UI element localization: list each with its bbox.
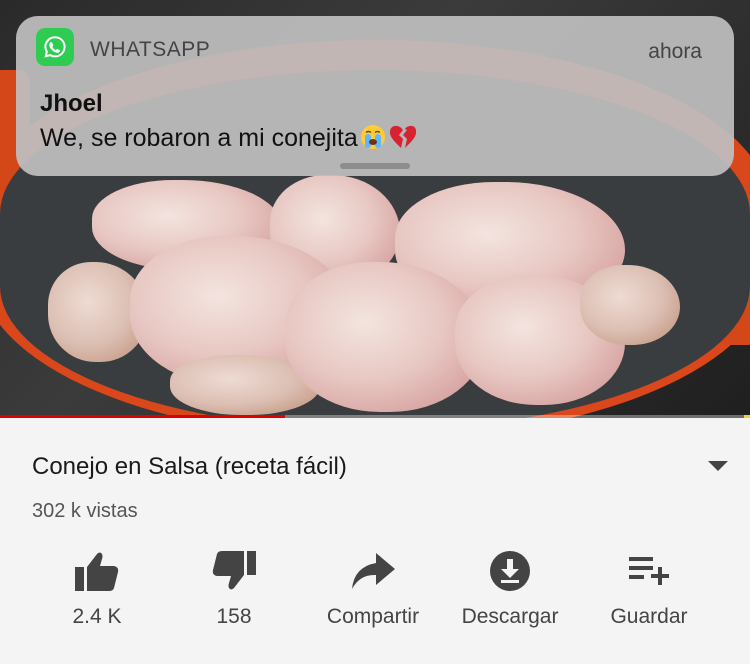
dislike-count: 158 [216, 605, 252, 628]
progress-buffer-marker [744, 415, 750, 418]
whatsapp-icon [36, 28, 74, 66]
download-icon [445, 549, 575, 593]
download-label: Descargar [461, 605, 559, 628]
notification-time: ahora [648, 40, 702, 63]
like-button[interactable]: 2.4 K [32, 549, 162, 629]
download-button[interactable]: Descargar [445, 549, 575, 629]
thumbs-up-icon [32, 549, 162, 593]
playlist-add-icon [584, 549, 714, 593]
notification-message: We, se robaron a mi conejita [40, 124, 358, 152]
share-label: Compartir [326, 605, 420, 628]
progress-bar[interactable] [0, 415, 750, 418]
chevron-down-icon[interactable] [708, 461, 728, 471]
thumbs-down-icon [169, 549, 299, 593]
share-icon [308, 549, 438, 593]
save-label: Guardar [610, 605, 688, 628]
meat-piece [580, 265, 680, 345]
notification-grabber[interactable] [340, 163, 410, 169]
notification-app-name: WHATSAPP [90, 38, 211, 61]
broken-heart-icon [388, 124, 418, 157]
dislike-button[interactable]: 158 [169, 549, 299, 629]
video-title[interactable]: Conejo en Salsa (receta fácil) [32, 453, 347, 481]
save-button[interactable]: Guardar [584, 549, 714, 629]
view-count: 302 k vistas [32, 500, 138, 522]
like-count: 2.4 K [72, 605, 122, 628]
notification-sender: Jhoel [40, 90, 103, 117]
share-button[interactable]: Compartir [308, 549, 438, 629]
notification-message-line: We, se robaron a mi conejita [40, 124, 418, 157]
video-info-panel: Conejo en Salsa (receta fácil) 302 k vis… [0, 419, 750, 664]
progress-fill [0, 415, 285, 418]
crying-face-icon [360, 124, 386, 157]
whatsapp-notification[interactable]: WHATSAPP ahora Jhoel We, se robaron a mi… [16, 16, 734, 176]
